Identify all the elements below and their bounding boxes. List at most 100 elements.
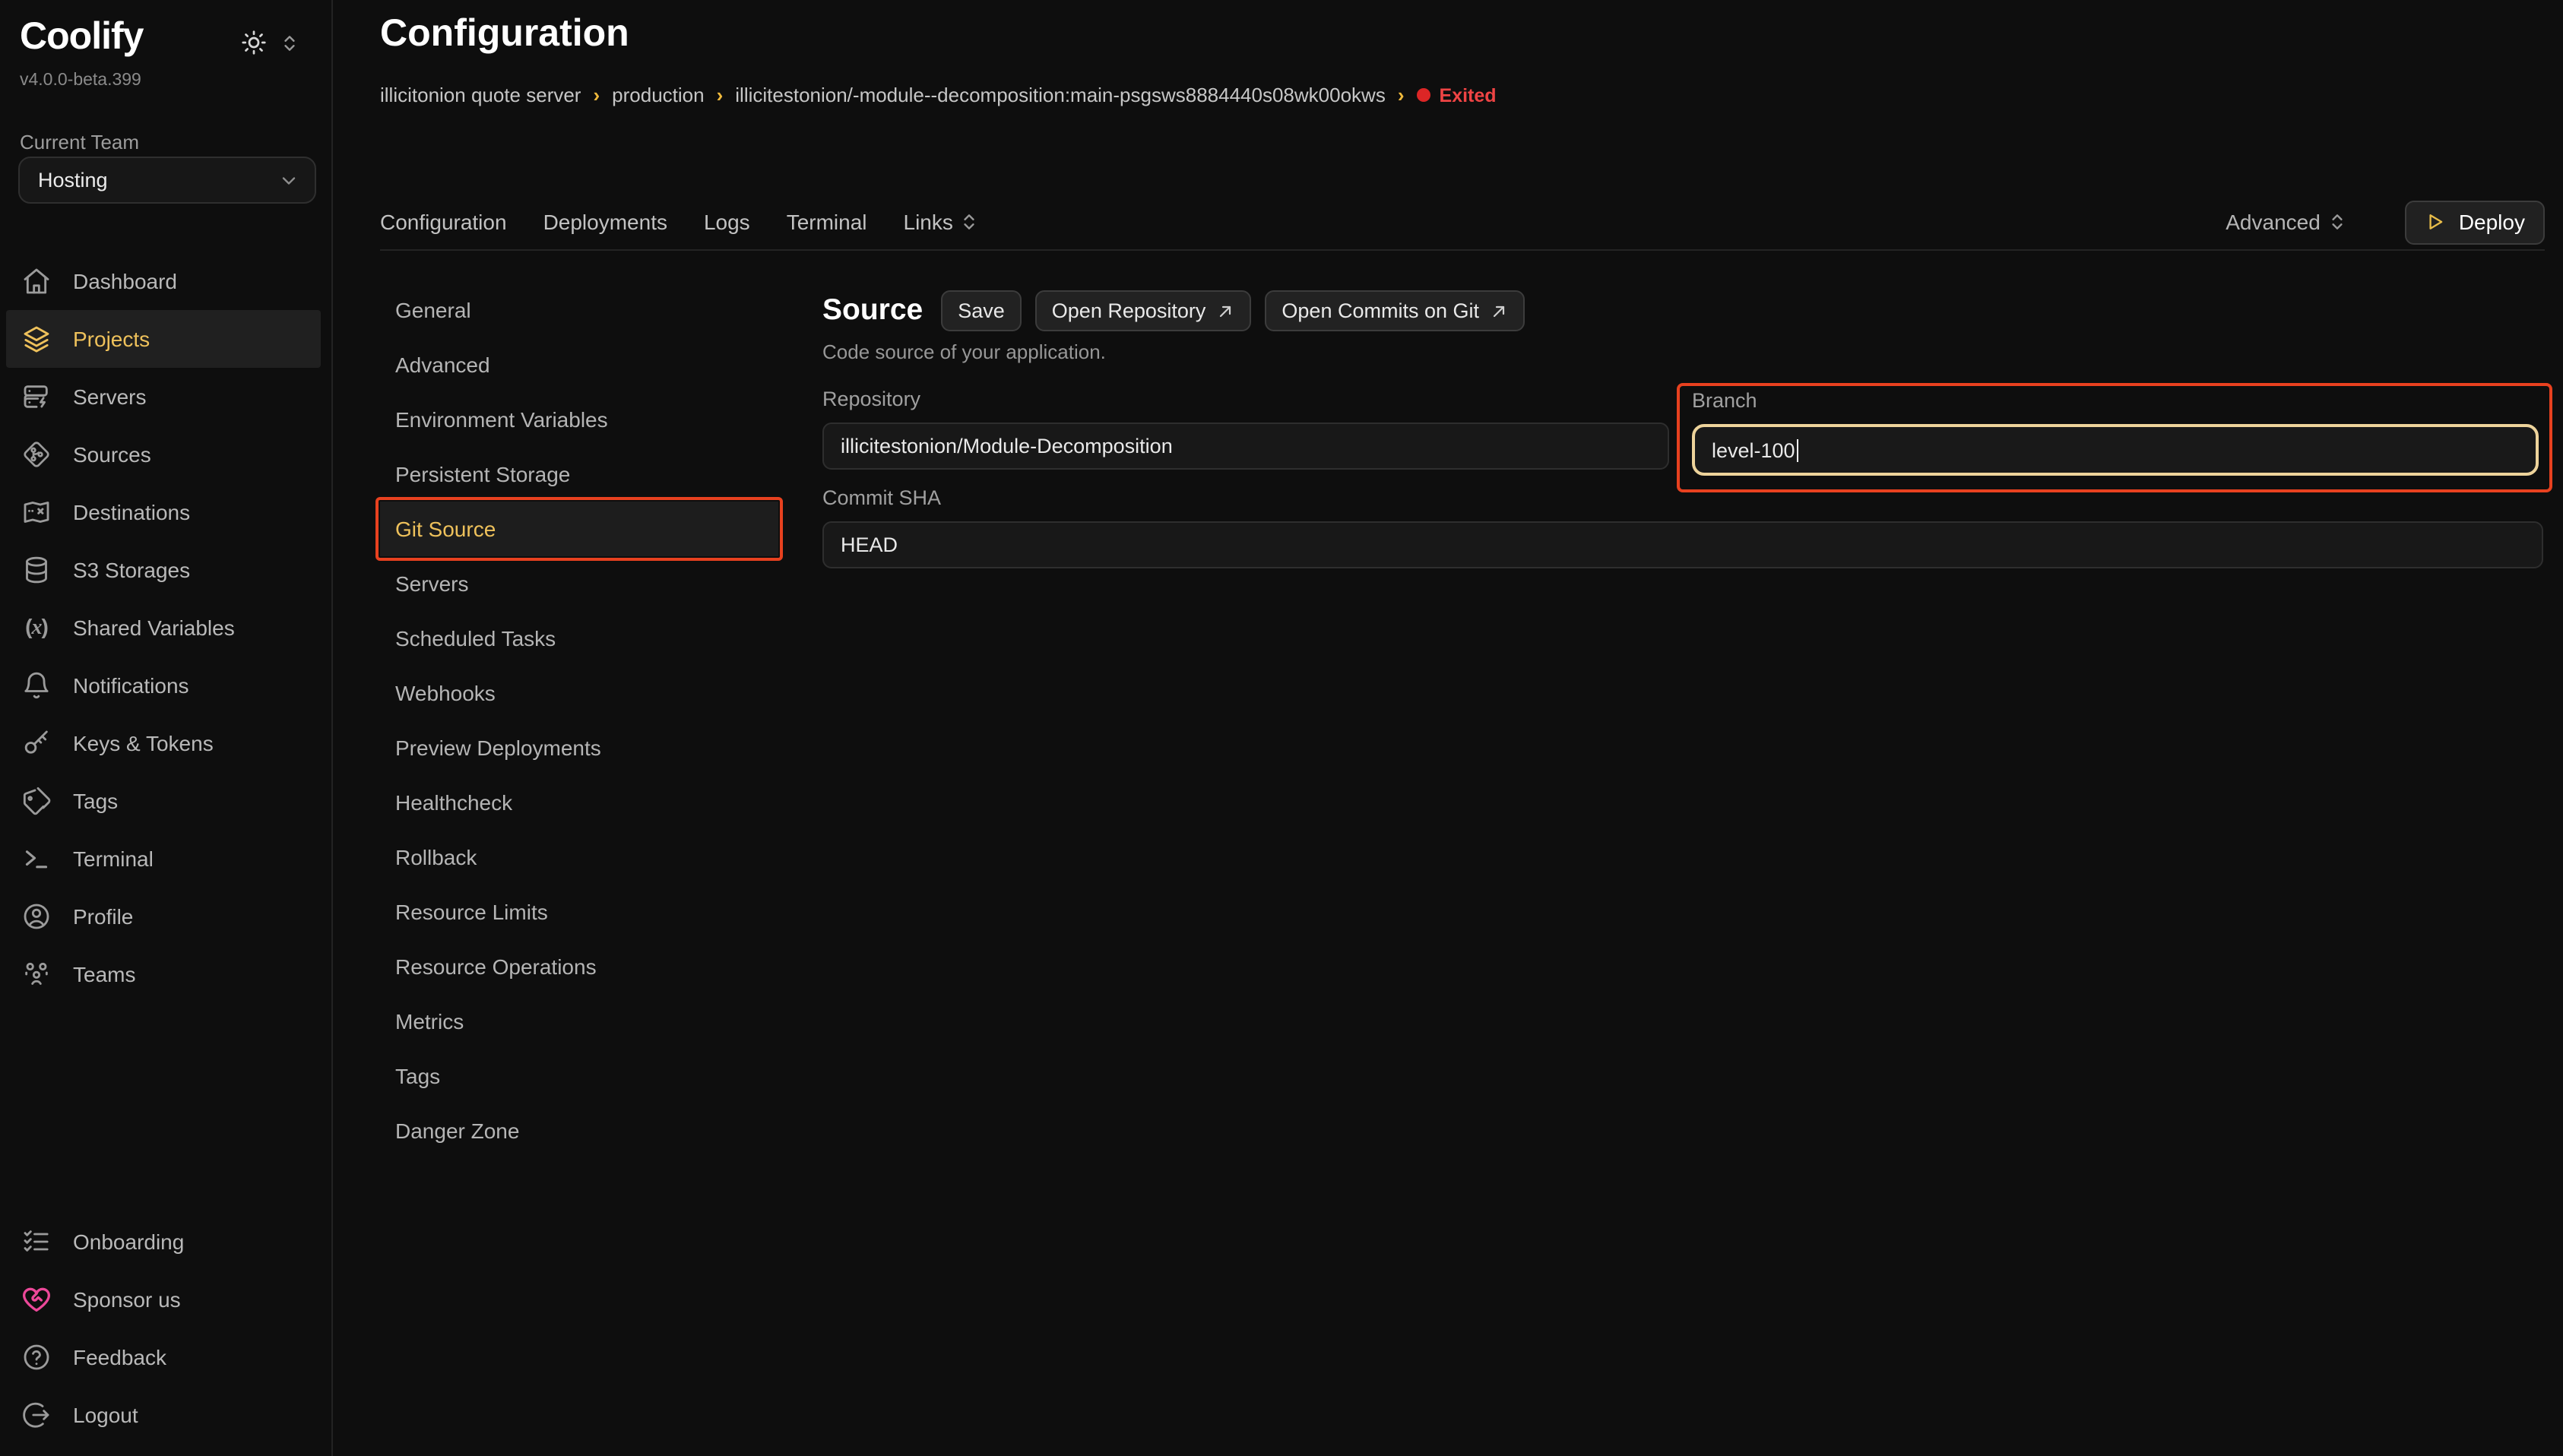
chevron-down-icon xyxy=(278,169,299,191)
user-circle-icon xyxy=(21,901,52,932)
section-title: Source xyxy=(822,293,923,328)
repository-field: Repository illicitestonion/Module-Decomp… xyxy=(822,388,1669,470)
subnav-item-danger-zone[interactable]: Danger Zone xyxy=(380,1103,778,1158)
sidebar-item-sponsor[interactable]: Sponsor us xyxy=(6,1271,321,1328)
sidebar-item-servers[interactable]: Servers xyxy=(6,368,321,426)
app-window: Coolify v4.0.0-beta.399 Current Team Hos… xyxy=(0,0,2563,1456)
app-version: v4.0.0-beta.399 xyxy=(20,71,141,90)
current-team-label: Current Team xyxy=(20,131,139,154)
tag-icon xyxy=(21,786,52,816)
page-title: Configuration xyxy=(380,12,629,56)
commit-sha-label: Commit SHA xyxy=(822,486,2543,512)
tab-logs[interactable]: Logs xyxy=(704,210,750,234)
logout-icon xyxy=(21,1400,52,1430)
breadcrumb-environment[interactable]: production xyxy=(612,84,704,106)
config-subnav: General Advanced Environment Variables P… xyxy=(380,283,778,1158)
sidebar-item-keys-tokens[interactable]: Keys & Tokens xyxy=(6,714,321,772)
users-icon xyxy=(21,959,52,989)
subnav-item-metrics[interactable]: Metrics xyxy=(380,994,778,1049)
app-logo[interactable]: Coolify xyxy=(20,15,143,59)
tab-links[interactable]: Links xyxy=(904,210,979,234)
tab-configuration[interactable]: Configuration xyxy=(380,210,507,234)
repository-label: Repository xyxy=(822,388,1669,413)
breadcrumb-application[interactable]: illicitestonion/-module--decomposition:m… xyxy=(735,84,1386,106)
sidebar-item-notifications[interactable]: Notifications xyxy=(6,657,321,714)
subnav-item-rollback[interactable]: Rollback xyxy=(380,830,778,885)
branch-label: Branch xyxy=(1692,389,2539,415)
status-dot-icon xyxy=(1417,88,1430,102)
divider xyxy=(380,249,2545,251)
subnav-item-resource-limits[interactable]: Resource Limits xyxy=(380,885,778,939)
status-badge: Exited xyxy=(1417,84,1497,106)
parentheses-x-icon: (x) xyxy=(21,612,52,643)
source-heading-row: Source Save Open Repository Open Commits… xyxy=(822,289,1525,333)
subnav-item-advanced[interactable]: Advanced xyxy=(380,337,778,392)
subnav-item-scheduled-tasks[interactable]: Scheduled Tasks xyxy=(380,611,778,666)
sidebar-item-logout[interactable]: Logout xyxy=(6,1386,321,1444)
chevrons-up-down-icon xyxy=(2328,211,2348,233)
open-repository-button[interactable]: Open Repository xyxy=(1035,290,1252,331)
subnav-item-environment-variables[interactable]: Environment Variables xyxy=(380,392,778,447)
subnav-item-healthcheck[interactable]: Healthcheck xyxy=(380,775,778,830)
tab-deployments[interactable]: Deployments xyxy=(543,210,667,234)
save-button[interactable]: Save xyxy=(941,290,1022,331)
branch-input[interactable]: level-100 xyxy=(1692,424,2539,476)
chevron-right-icon: › xyxy=(593,84,600,106)
terminal-icon xyxy=(21,844,52,874)
section-description: Code source of your application. xyxy=(822,340,1106,363)
status-text: Exited xyxy=(1440,84,1497,106)
sidebar-item-s3-storages[interactable]: S3 Storages xyxy=(6,541,321,599)
sidebar-item-feedback[interactable]: Feedback xyxy=(6,1328,321,1386)
sidebar-item-projects[interactable]: Projects xyxy=(6,310,321,368)
chevrons-up-down-icon xyxy=(959,211,979,233)
breadcrumb-project[interactable]: illicitonion quote server xyxy=(380,84,581,106)
subnav-item-servers[interactable]: Servers xyxy=(380,556,778,611)
tab-terminal[interactable]: Terminal xyxy=(787,210,867,234)
sidebar-nav: Dashboard Projects Servers Sources xyxy=(0,252,333,1003)
commit-sha-input[interactable]: HEAD xyxy=(822,521,2543,568)
annotation-box-branch: Branch level-100 xyxy=(1677,383,2552,492)
sidebar: Coolify v4.0.0-beta.399 Current Team Hos… xyxy=(0,0,333,1456)
sidebar-item-onboarding[interactable]: Onboarding xyxy=(6,1213,321,1271)
advanced-toggle[interactable]: Advanced xyxy=(2226,210,2348,234)
breadcrumb: illicitonion quote server › production ›… xyxy=(380,84,1497,106)
branch-field: Branch level-100 xyxy=(1692,389,2539,476)
theme-sun-icon[interactable] xyxy=(240,29,268,56)
external-link-icon xyxy=(1216,302,1234,320)
sidebar-item-terminal[interactable]: Terminal xyxy=(6,830,321,888)
subnav-item-git-source[interactable]: Git Source xyxy=(380,502,778,556)
key-icon xyxy=(21,728,52,758)
subnav-item-general[interactable]: General xyxy=(380,283,778,337)
team-select[interactable]: Hosting xyxy=(18,157,316,204)
sidebar-item-tags[interactable]: Tags xyxy=(6,772,321,830)
team-select-value: Hosting xyxy=(38,169,108,191)
sidebar-item-destinations[interactable]: Destinations xyxy=(6,483,321,541)
subnav-item-tags[interactable]: Tags xyxy=(380,1049,778,1103)
text-caret xyxy=(1797,438,1799,461)
sidebar-item-teams[interactable]: Teams xyxy=(6,945,321,1003)
sidebar-footer-nav: Onboarding Sponsor us Feedback Logout xyxy=(0,1213,333,1444)
main-content: Configuration illicitonion quote server … xyxy=(333,0,2563,1456)
home-icon xyxy=(21,266,52,296)
layers-icon xyxy=(21,324,52,354)
database-icon xyxy=(21,555,52,585)
repository-input[interactable]: illicitestonion/Module-Decomposition xyxy=(822,423,1669,470)
deploy-button[interactable]: Deploy xyxy=(2406,200,2545,244)
chevron-right-icon: › xyxy=(717,84,724,106)
bell-icon xyxy=(21,670,52,701)
sidebar-item-shared-variables[interactable]: (x) Shared Variables xyxy=(6,599,321,657)
chevrons-up-down-icon[interactable] xyxy=(280,32,299,55)
chevron-right-icon: › xyxy=(1398,84,1405,106)
sidebar-item-dashboard[interactable]: Dashboard xyxy=(6,252,321,310)
help-circle-icon xyxy=(21,1342,52,1372)
subnav-item-webhooks[interactable]: Webhooks xyxy=(380,666,778,720)
heart-hands-icon xyxy=(21,1284,52,1315)
subnav-item-preview-deployments[interactable]: Preview Deployments xyxy=(380,720,778,775)
sidebar-item-sources[interactable]: Sources xyxy=(6,426,321,483)
sidebar-item-profile[interactable]: Profile xyxy=(6,888,321,945)
checklist-icon xyxy=(21,1227,52,1257)
open-commits-button[interactable]: Open Commits on Git xyxy=(1265,290,1525,331)
play-icon xyxy=(2425,211,2447,233)
subnav-item-persistent-storage[interactable]: Persistent Storage xyxy=(380,447,778,502)
subnav-item-resource-operations[interactable]: Resource Operations xyxy=(380,939,778,994)
